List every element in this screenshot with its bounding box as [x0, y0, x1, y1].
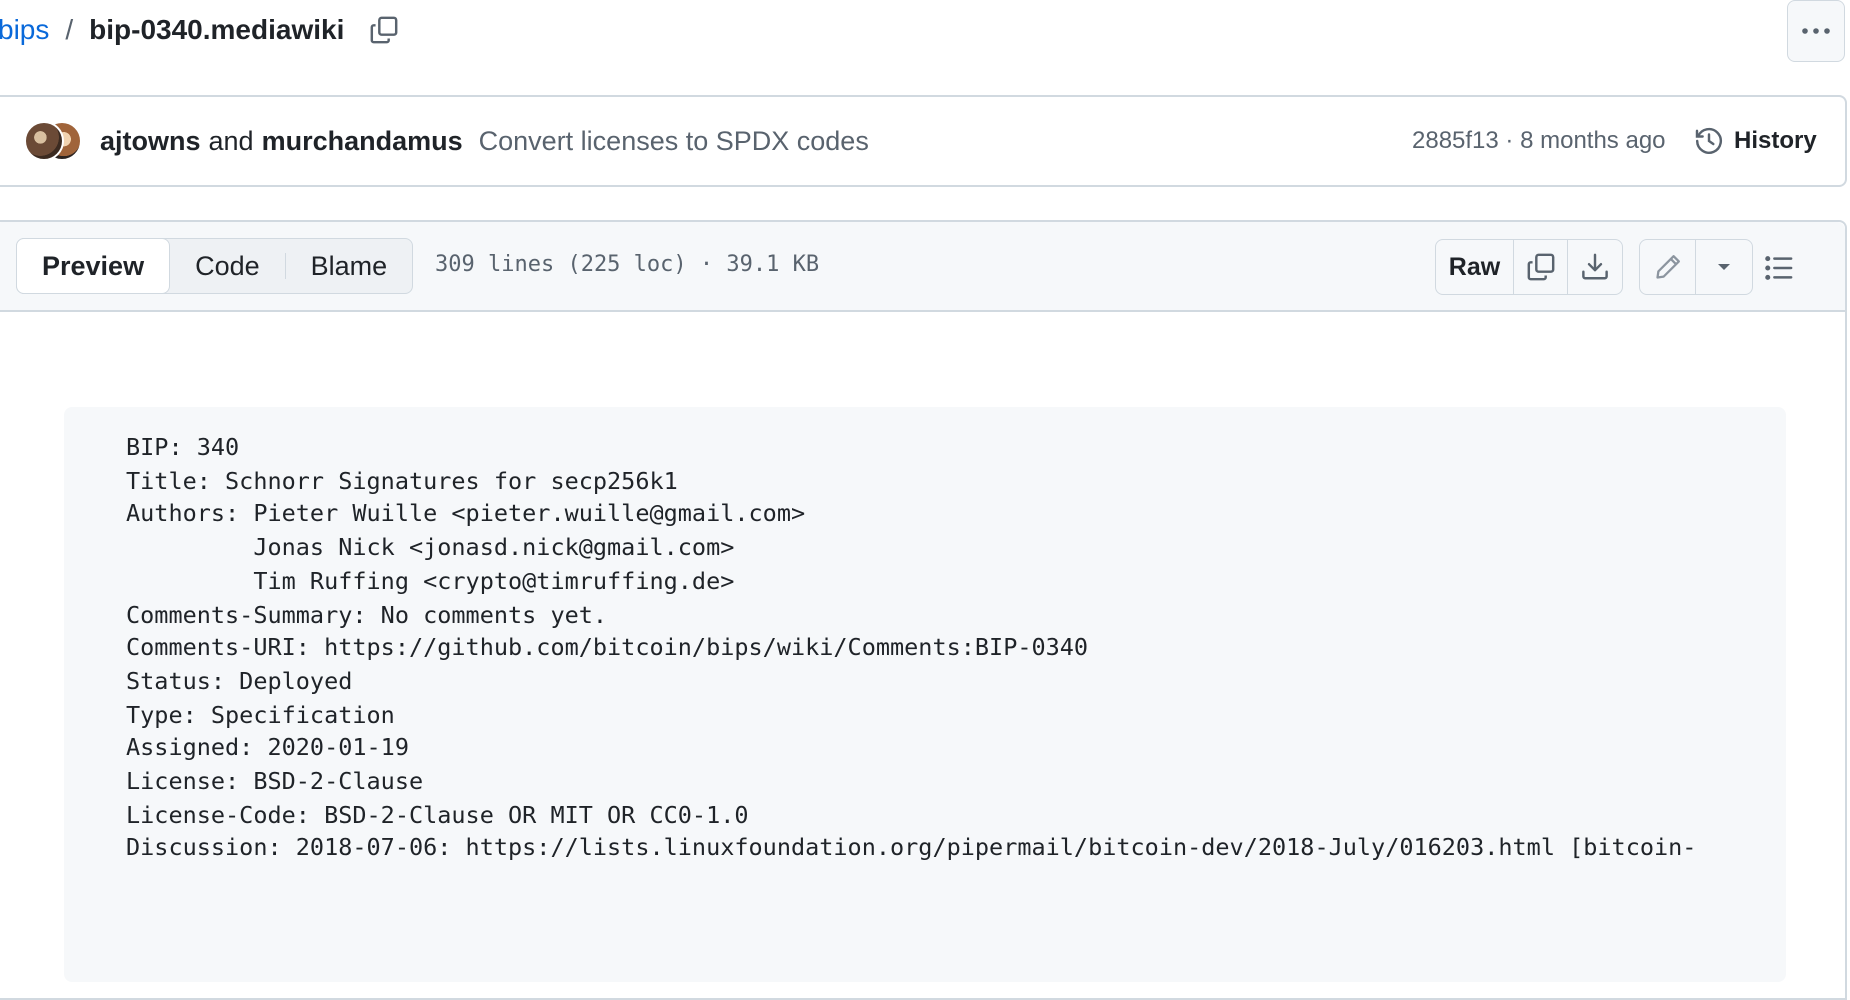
view-mode-segmented-control: Preview Code Blame [16, 238, 414, 294]
latest-commit-box: ajtowns and murchandamus Convert licenses … [0, 95, 1847, 187]
download-raw-button[interactable] [1568, 240, 1622, 294]
preamble-line: Type: Specification [126, 701, 395, 729]
breadcrumb: bips / bip-0340.mediawiki [0, 10, 402, 50]
preamble-line: Status: Deployed [126, 667, 353, 695]
raw-button[interactable]: Raw [1436, 240, 1514, 294]
history-icon [1695, 127, 1722, 154]
copy-raw-button[interactable] [1514, 240, 1568, 294]
kebab-horizontal-icon [1802, 28, 1830, 34]
commit-author-conjunction: and [208, 125, 254, 156]
preamble-line: Assigned: 2020-01-19 [126, 733, 409, 761]
preamble-line: License-Code: BSD-2-Clause OR MIT OR CC0… [126, 801, 749, 829]
file-view: Preview Code Blame 309 lines (225 loc) ·… [0, 220, 1847, 1000]
breadcrumb-file-name: bip-0340.mediawiki [89, 14, 345, 45]
avatar[interactable] [24, 121, 64, 161]
pencil-icon [1655, 255, 1680, 279]
edit-actions-group [1639, 239, 1753, 295]
edit-dropdown-button[interactable] [1696, 240, 1752, 294]
breadcrumb-separator: / [65, 14, 74, 45]
list-unordered-icon [1765, 256, 1793, 280]
outline-button[interactable] [1757, 246, 1801, 290]
preamble-line: Tim Ruffing <crypto@timruffing.de> [126, 567, 735, 595]
triangle-down-icon [1718, 264, 1730, 270]
commit-author-link[interactable]: ajtowns [100, 126, 201, 156]
tab-blame[interactable]: Blame [286, 239, 413, 293]
commit-sha-and-date[interactable]: 2885f13 · 8 months ago [1412, 127, 1666, 155]
file-stats: 309 lines (225 loc) · 39.1 KB [435, 252, 820, 277]
file-header: Preview Code Blame 309 lines (225 loc) ·… [0, 222, 1845, 312]
download-icon [1582, 253, 1608, 280]
history-button[interactable]: History [1694, 126, 1817, 156]
preamble-line: Title: Schnorr Signatures for secp256k1 [126, 467, 678, 495]
preamble-line: Discussion: 2018-07-06: https://lists.li… [126, 833, 1697, 861]
history-label: History [1734, 127, 1817, 154]
commit-authors: ajtowns and murchandamus [100, 126, 463, 157]
preamble-line: Jonas Nick <jonasd.nick@gmail.com> [126, 533, 735, 561]
commit-author-link[interactable]: murchandamus [262, 126, 463, 156]
raw-actions-group: Raw [1435, 239, 1623, 295]
preamble-line: Comments-URI: https://github.com/bitcoin… [126, 633, 1089, 661]
preamble-line: Authors: Pieter Wuille <pieter.wuille@gm… [126, 499, 806, 527]
preamble-line: Comments-Summary: No comments yet. [126, 601, 608, 629]
more-options-button[interactable] [1787, 0, 1845, 62]
edit-file-button[interactable] [1640, 240, 1696, 294]
bip-preamble-block: BIP: 340 Title: Schnorr Signatures for s… [64, 407, 1786, 982]
copy-path-button[interactable] [366, 12, 402, 48]
preamble-line: BIP: 340 [126, 433, 240, 461]
commit-message-link[interactable]: Convert licenses to SPDX codes [479, 126, 869, 157]
tab-code[interactable]: Code [170, 239, 285, 293]
tab-preview[interactable]: Preview [16, 238, 171, 294]
preamble-line: License: BSD-2-Clause [126, 767, 424, 795]
copy-icon [370, 16, 398, 44]
commit-avatars [24, 119, 82, 163]
breadcrumb-repo-link[interactable]: bips [0, 14, 49, 46]
copy-icon [1527, 253, 1554, 281]
